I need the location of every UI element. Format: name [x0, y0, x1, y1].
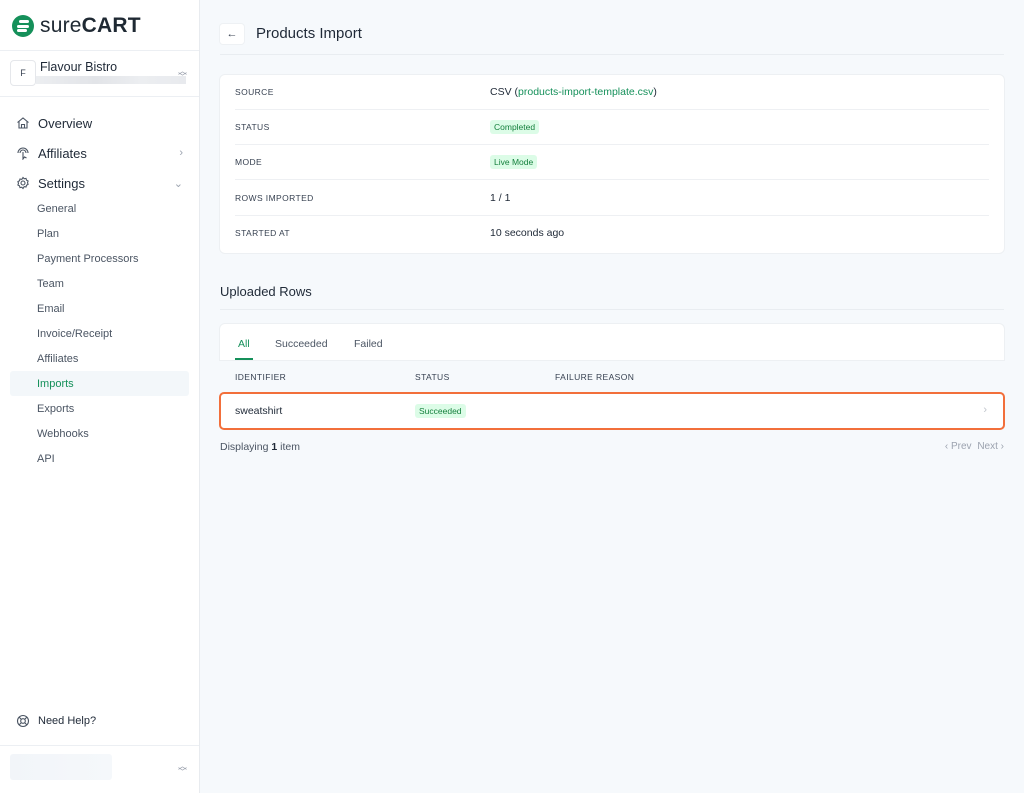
tab-failed[interactable]: Failed: [354, 338, 383, 350]
column-header-identifier: IDENTIFIER: [235, 372, 287, 382]
nav-item-label: Overview: [38, 115, 93, 131]
detail-label: STATUS: [235, 122, 270, 132]
page-title: Products Import: [256, 25, 362, 42]
gear-icon: [16, 176, 30, 190]
detail-value: 1 / 1: [490, 192, 511, 204]
mode-badge: Live Mode: [490, 155, 538, 169]
tab-succeeded[interactable]: Succeeded: [275, 338, 328, 350]
brand-logo[interactable]: sureCART: [12, 14, 141, 38]
detail-value: 10 seconds ago: [490, 227, 565, 239]
detail-value: CSV (products-import-template.csv): [490, 86, 657, 98]
store-url-redacted: [36, 76, 186, 84]
next-page-button[interactable]: Next ›: [977, 441, 1004, 452]
settings-item-team[interactable]: Team: [10, 271, 189, 296]
uploaded-rows-table: All Succeeded Failed IDENTIFIER STATUS F…: [219, 324, 1005, 430]
settings-item-exports[interactable]: Exports: [10, 396, 189, 421]
home-icon: [16, 116, 30, 130]
row-identifier: sweatshirt: [235, 405, 283, 417]
active-tab-indicator: [235, 358, 253, 360]
detail-row-started-at: STARTED AT 10 seconds ago: [235, 216, 989, 251]
store-switcher[interactable]: F Flavour Bistro ︿ ﹀: [10, 60, 192, 88]
main-nav: Overview Affiliates › Settings ⌄: [0, 108, 199, 198]
nav-item-affiliates[interactable]: Affiliates ›: [0, 138, 199, 168]
need-help-label: Need Help?: [38, 715, 97, 727]
settings-item-general[interactable]: General: [10, 196, 189, 221]
back-button[interactable]: ←: [220, 24, 244, 44]
row-status-badge: Succeeded: [415, 404, 466, 418]
count-prefix: Displaying: [220, 441, 272, 453]
status-badge: Completed: [490, 120, 540, 134]
column-header-failure-reason: FAILURE REASON: [555, 372, 635, 382]
account-switcher-redacted[interactable]: [10, 754, 112, 780]
chevron-right-icon: ›: [179, 147, 183, 159]
surecart-logo-icon: [12, 15, 34, 37]
items-count: Displaying 1 item: [220, 441, 300, 453]
source-type: CSV (: [490, 86, 519, 98]
detail-label: ROWS IMPORTED: [235, 193, 314, 203]
detail-row-source: SOURCE CSV (products-import-template.csv…: [235, 75, 989, 110]
source-suffix: ): [653, 86, 657, 98]
lifebuoy-icon: [16, 714, 30, 728]
divider: [220, 309, 1004, 310]
section-title: Uploaded Rows: [220, 284, 312, 299]
chevron-up-down-icon[interactable]: ︿ ﹀: [178, 762, 187, 777]
settings-item-invoice-receipt[interactable]: Invoice/Receipt: [10, 321, 189, 346]
sidebar: sureCART F Flavour Bistro ︿ ﹀ Overview Af…: [0, 0, 200, 793]
settings-item-email[interactable]: Email: [10, 296, 189, 321]
detail-label: STARTED AT: [235, 228, 291, 238]
tab-all[interactable]: All: [238, 338, 250, 350]
divider: [0, 50, 199, 51]
brand-name-bold: CART: [81, 14, 141, 37]
chevron-right-icon: ›: [983, 404, 987, 416]
divider: [220, 54, 1004, 55]
nav-item-label: Settings: [38, 175, 85, 191]
detail-row-rows-imported: ROWS IMPORTED 1 / 1: [235, 181, 989, 216]
detail-row-status: STATUS Completed: [235, 110, 989, 145]
divider: [0, 745, 199, 746]
detail-label: MODE: [235, 157, 263, 167]
chevron-up-down-icon: ︿ ﹀: [178, 66, 188, 82]
nav-item-overview[interactable]: Overview: [0, 108, 199, 138]
store-avatar: F: [10, 60, 36, 86]
brand-name: sureCART: [40, 14, 141, 38]
settings-item-webhooks[interactable]: Webhooks: [10, 421, 189, 446]
main-content: ← Products Import SOURCE CSV (products-i…: [200, 0, 1024, 793]
chevron-down-icon: ⌄: [173, 178, 183, 190]
table-row[interactable]: sweatshirt Succeeded ›: [219, 392, 1005, 430]
source-file-link[interactable]: products-import-template.csv: [518, 86, 653, 98]
affiliates-icon: [16, 146, 30, 160]
detail-label: SOURCE: [235, 87, 274, 97]
import-details-card: SOURCE CSV (products-import-template.csv…: [220, 75, 1004, 253]
tab-bar: All Succeeded Failed: [220, 324, 1004, 360]
settings-item-imports[interactable]: Imports: [10, 371, 189, 396]
brand-name-light: sure: [40, 14, 82, 37]
count-suffix: item: [277, 441, 300, 453]
prev-page-button[interactable]: ‹ Prev: [945, 441, 972, 452]
nav-item-label: Affiliates: [38, 145, 87, 161]
pagination: ‹ Prev Next ›: [942, 441, 1004, 452]
settings-subnav: General Plan Payment Processors Team Ema…: [0, 196, 199, 471]
table-header: IDENTIFIER STATUS FAILURE REASON: [220, 361, 1004, 389]
need-help-link[interactable]: Need Help?: [16, 714, 96, 728]
detail-row-mode: MODE Live Mode: [235, 145, 989, 180]
settings-item-plan[interactable]: Plan: [10, 221, 189, 246]
column-header-status: STATUS: [415, 372, 450, 382]
settings-item-affiliates[interactable]: Affiliates: [10, 346, 189, 371]
settings-item-api[interactable]: API: [10, 446, 189, 471]
nav-item-settings[interactable]: Settings ⌄: [0, 168, 199, 198]
store-name: Flavour Bistro: [40, 60, 118, 74]
settings-item-payment-processors[interactable]: Payment Processors: [10, 246, 189, 271]
divider: [0, 96, 199, 97]
